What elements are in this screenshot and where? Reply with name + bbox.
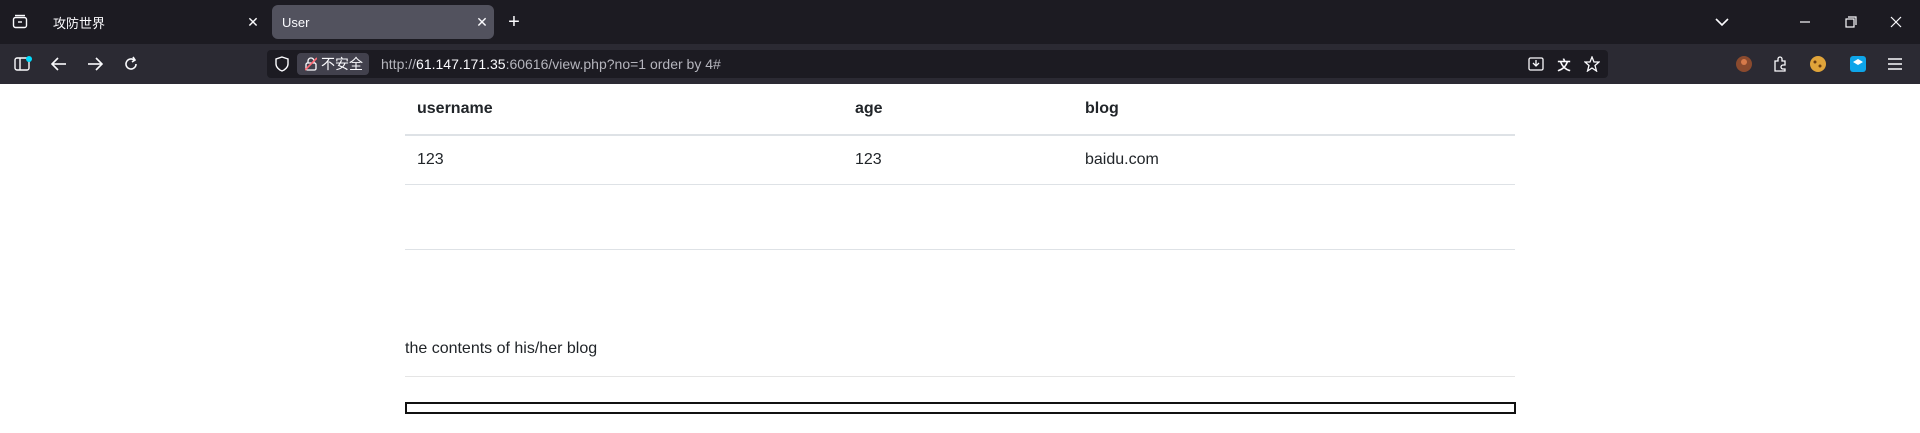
tab-overview-icon[interactable] bbox=[10, 12, 30, 32]
header-age: age bbox=[843, 84, 1073, 136]
extensions-icon[interactable] bbox=[1770, 54, 1790, 74]
table-row: 123 123 baidu.com bbox=[405, 135, 1515, 185]
extension-avatar-icon[interactable] bbox=[1734, 54, 1754, 74]
table-row-empty bbox=[405, 184, 1515, 250]
download-icon[interactable] bbox=[1526, 54, 1546, 74]
security-badge[interactable]: 不安全 bbox=[297, 53, 369, 75]
url-host: 61.147.171.35 bbox=[416, 56, 506, 72]
cell-blog: baidu.com bbox=[1073, 135, 1515, 185]
tab-gongfang[interactable]: 攻防世界 ✕ bbox=[43, 5, 265, 39]
tab-bar: 攻防世界 ✕ User ✕ + bbox=[0, 0, 1920, 44]
address-bar[interactable]: 不安全 http://61.147.171.35:60616/view.php?… bbox=[267, 50, 1608, 78]
nav-toolbar: 不安全 http://61.147.171.35:60616/view.php?… bbox=[0, 44, 1920, 84]
sidebar-icon[interactable] bbox=[12, 54, 34, 74]
restore-icon[interactable] bbox=[1841, 12, 1861, 32]
window-close-icon[interactable] bbox=[1886, 12, 1906, 32]
page-content: username age blog 123 123 baidu.com the … bbox=[0, 84, 1920, 433]
blog-iframe[interactable] bbox=[405, 402, 1516, 414]
menu-icon[interactable] bbox=[1885, 54, 1905, 74]
table-header-row: username age blog bbox=[405, 84, 1515, 136]
star-icon[interactable] bbox=[1582, 54, 1602, 74]
cell-username: 123 bbox=[405, 135, 843, 185]
url-text[interactable]: http://61.147.171.35:60616/view.php?no=1… bbox=[381, 56, 721, 72]
forward-icon[interactable] bbox=[85, 54, 105, 74]
header-username: username bbox=[405, 84, 843, 136]
extension-cookie-icon[interactable] bbox=[1808, 54, 1828, 74]
reload-icon[interactable] bbox=[121, 54, 141, 74]
extension-cube-icon[interactable] bbox=[1848, 54, 1868, 74]
header-blog: blog bbox=[1073, 84, 1515, 136]
new-tab-icon[interactable]: + bbox=[504, 11, 524, 33]
url-rest: :60616/view.php?no=1 order by 4# bbox=[505, 56, 721, 72]
tab-label: User bbox=[282, 14, 310, 30]
back-icon[interactable] bbox=[49, 54, 69, 74]
minimize-icon[interactable] bbox=[1795, 12, 1815, 32]
close-icon[interactable]: ✕ bbox=[241, 14, 265, 31]
url-prefix: http:// bbox=[381, 56, 417, 72]
cell-age: 123 bbox=[843, 135, 1073, 185]
blog-contents-heading: the contents of his/her blog bbox=[405, 340, 598, 357]
tab-user[interactable]: User ✕ bbox=[272, 5, 494, 39]
close-icon[interactable]: ✕ bbox=[470, 14, 494, 31]
lock-warning-icon bbox=[305, 57, 317, 71]
divider bbox=[405, 376, 1515, 377]
translate-icon[interactable]: 文 bbox=[1554, 54, 1574, 74]
shield-icon[interactable] bbox=[273, 55, 291, 73]
tab-label: 攻防世界 bbox=[53, 15, 106, 31]
insecure-label: 不安全 bbox=[321, 56, 363, 72]
user-table: username age blog 123 123 baidu.com bbox=[405, 84, 1515, 250]
chevron-down-icon[interactable] bbox=[1712, 12, 1732, 32]
